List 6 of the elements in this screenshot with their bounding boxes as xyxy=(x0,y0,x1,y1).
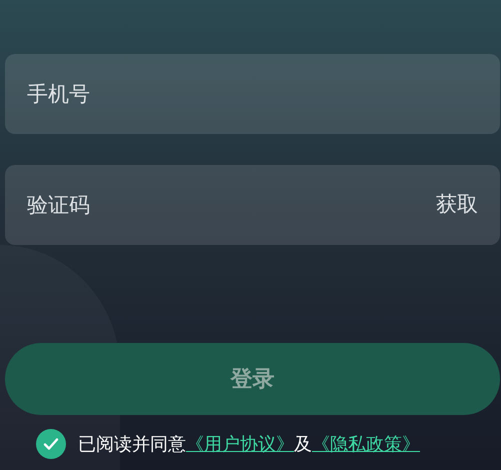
user-agreement-link[interactable]: 《用户协议》 xyxy=(186,430,294,458)
get-code-button[interactable]: 获取 xyxy=(436,188,478,222)
agreement-text: 已阅读并同意 xyxy=(78,432,186,456)
privacy-policy-link[interactable]: 《隐私政策》 xyxy=(312,430,420,458)
agreement-joiner: 及 xyxy=(294,432,312,456)
agree-checkbox[interactable] xyxy=(36,429,66,459)
